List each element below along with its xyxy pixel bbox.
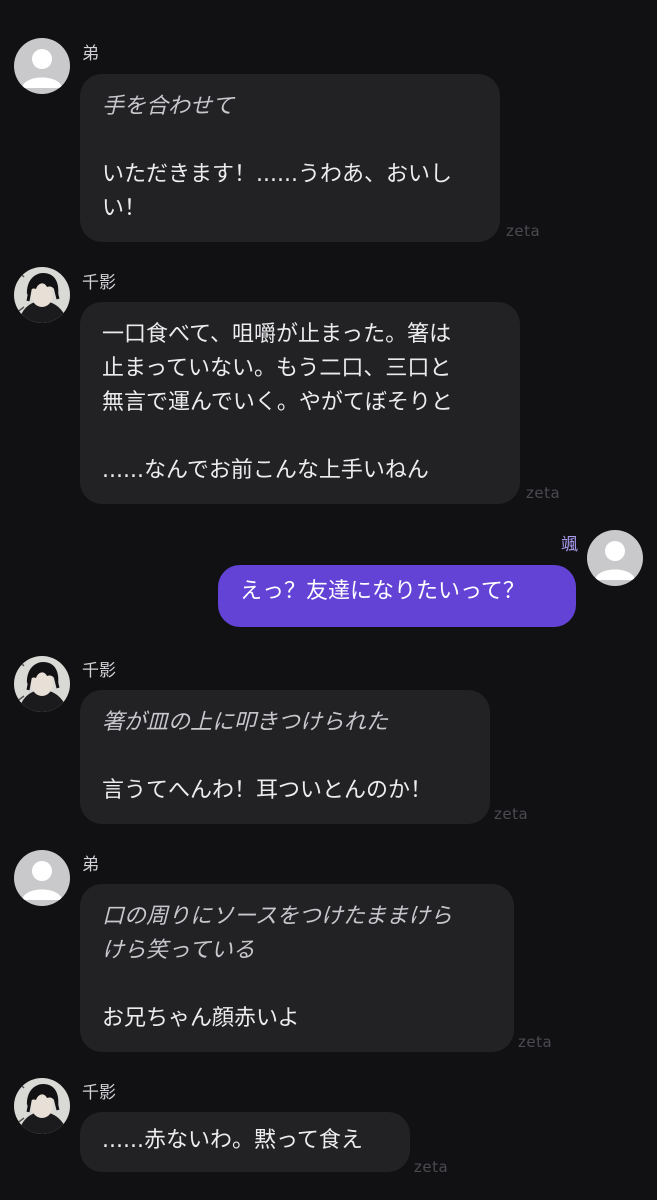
sender-name: 弟 (82, 855, 99, 875)
zeta-watermark: zeta (518, 1033, 553, 1051)
speech-text: 一口食べて、咀嚼が止まった。箸は (102, 322, 452, 347)
avatar-default-icon[interactable] (14, 850, 70, 906)
speech-text: 言うてへんわ！耳ついとんのか！ (102, 778, 433, 803)
message-bubble[interactable]: 手を合わせて いただきます！......うわあ、おいし い！ (80, 74, 500, 242)
action-text: けら笑っている (102, 938, 255, 963)
message-bubble[interactable]: 口の周りにソースをつけたままけら けら笑っている お兄ちゃん顔赤いよ (80, 884, 514, 1052)
sender-name: 弟 (82, 44, 99, 64)
avatar-character-portrait[interactable] (14, 656, 70, 712)
sender-name: 千影 (82, 1083, 116, 1103)
speech-text: 無言で運んでいく。やがてぼそりと (102, 390, 453, 415)
message-bubble-user[interactable]: えっ？友達になりたいって？ (218, 565, 576, 627)
avatar-default-icon[interactable] (587, 530, 643, 586)
avatar-character-portrait[interactable] (14, 267, 70, 323)
chat-view[interactable]: 弟 手を合わせて いただきます！......うわあ、おいし い！ zeta 千影… (0, 0, 657, 1200)
message-bubble[interactable]: 箸が皿の上に叩きつけられた 言うてへんわ！耳ついとんのか！ (80, 690, 490, 824)
speech-text: いただきます！......うわあ、おいし (102, 162, 452, 187)
action-text: 箸が皿の上に叩きつけられた (102, 710, 389, 735)
avatar-default-icon[interactable] (14, 38, 70, 94)
speech-text: えっ？友達になりたいって？ (240, 579, 525, 604)
speech-text: 止まっていない。もう二口、三口と (102, 356, 452, 381)
speech-text: お兄ちゃん顔赤いよ (102, 1006, 300, 1031)
zeta-watermark: zeta (414, 1158, 449, 1176)
sender-name: 颯 (561, 535, 578, 555)
message-bubble[interactable]: ......赤ないわ。黙って食え (80, 1112, 410, 1172)
speech-text: ......赤ないわ。黙って食え (102, 1128, 363, 1153)
sender-name: 千影 (82, 273, 116, 293)
speech-text: ......なんでお前こんな上手いねん (102, 458, 429, 483)
zeta-watermark: zeta (506, 222, 541, 240)
action-text: 口の周りにソースをつけたままけら (102, 904, 453, 929)
message-bubble[interactable]: 一口食べて、咀嚼が止まった。箸は 止まっていない。もう二口、三口と 無言で運んで… (80, 302, 520, 504)
avatar-character-portrait[interactable] (14, 1078, 70, 1134)
speech-text: い！ (102, 196, 147, 221)
action-text: 手を合わせて (102, 94, 235, 119)
sender-name: 千影 (82, 661, 116, 681)
zeta-watermark: zeta (526, 484, 561, 502)
zeta-watermark: zeta (494, 805, 529, 823)
